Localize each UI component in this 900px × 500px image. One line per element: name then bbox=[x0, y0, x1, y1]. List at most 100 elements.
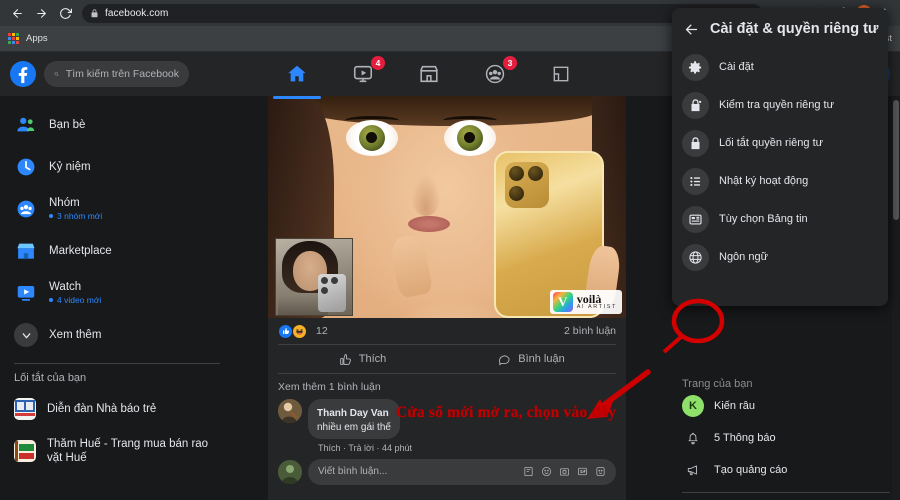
address-bar-url: facebook.com bbox=[105, 7, 169, 19]
voila-watermark-sub: AI ARTIST bbox=[576, 304, 617, 311]
reload-icon[interactable] bbox=[54, 2, 76, 24]
back-arrow-icon[interactable] bbox=[6, 2, 28, 24]
panel-header: Cài đặt & quyền riêng tư bbox=[678, 16, 882, 48]
sidebar-item-label: Watch bbox=[49, 281, 82, 294]
comment-author[interactable]: Thanh Day Van bbox=[317, 408, 389, 419]
bookmark-apps-label[interactable]: Apps bbox=[26, 33, 48, 44]
sidebar-item-groups[interactable]: Nhóm 3 nhóm mới bbox=[10, 188, 224, 230]
panel-item-label: Lối tắt quyền riêng tư bbox=[719, 137, 823, 149]
voila-logo-icon: V bbox=[552, 292, 573, 312]
chevron-down-icon bbox=[14, 323, 38, 347]
panel-item-label: Kiểm tra quyền riêng tư bbox=[719, 99, 834, 111]
address-bar[interactable]: facebook.com bbox=[82, 3, 762, 23]
post-image[interactable]: V voilà AI ARTIST bbox=[268, 96, 626, 318]
watch-video-icon bbox=[353, 65, 373, 83]
watch-video-icon bbox=[14, 281, 38, 305]
thumbs-up-icon bbox=[339, 353, 351, 365]
sidebar-item-sublabel: 4 video mới bbox=[49, 295, 101, 306]
comment-like-action[interactable]: Thích bbox=[318, 443, 341, 453]
avatar[interactable] bbox=[278, 459, 302, 484]
nav-gaming[interactable] bbox=[546, 59, 576, 89]
emoji-icon bbox=[541, 466, 552, 477]
right-column-notifications[interactable]: 5 Thông báo bbox=[672, 422, 900, 454]
comment-input[interactable]: Viết bình luận... bbox=[308, 458, 616, 485]
panel-item-language[interactable]: Ngôn ngữ bbox=[678, 238, 882, 276]
post-counts-row: 12 2 bình luận bbox=[268, 318, 626, 344]
gaming-icon bbox=[553, 66, 569, 82]
panel-item-label: Tùy chọn Bảng tin bbox=[719, 213, 808, 225]
comment-meta: Thích · Trả lời · 44 phút bbox=[308, 439, 412, 453]
right-column-label: Tạo quảng cáo bbox=[714, 464, 788, 476]
avatar[interactable] bbox=[278, 399, 302, 423]
sidebar-item-memories[interactable]: Kỷ niệm bbox=[10, 146, 224, 188]
sidebar-item-label: Thăm Huế - Trang mua bán rao vặt Huế bbox=[47, 437, 209, 464]
memories-clock-icon bbox=[14, 155, 38, 179]
marketplace-store-icon bbox=[420, 65, 438, 83]
panel-item-label: Cài đặt bbox=[719, 61, 754, 73]
comment-input-placeholder: Viết bình luận... bbox=[318, 466, 388, 477]
panel-item-settings[interactable]: Cài đặt bbox=[678, 48, 882, 86]
search-placeholder: Tìm kiếm trên Facebook bbox=[65, 68, 179, 80]
nav-groups-badge: 3 bbox=[503, 56, 517, 70]
panel-item-activity-log[interactable]: Nhật ký hoạt động bbox=[678, 162, 882, 200]
sidebar-item-friends[interactable]: Bạn bè bbox=[10, 104, 224, 146]
facebook-main-nav: 4 3 bbox=[273, 56, 576, 99]
comment-reply-action[interactable]: Trả lời bbox=[348, 443, 374, 453]
comment-bubble: Thanh Day Van nhiều em gái thế bbox=[308, 399, 400, 439]
privacy-lock-check-icon bbox=[682, 91, 709, 119]
sidebar-divider bbox=[14, 363, 220, 364]
sidebar-item-marketplace[interactable]: Marketplace bbox=[10, 230, 224, 272]
comment-button-label: Bình luận bbox=[518, 353, 565, 365]
forward-arrow-icon[interactable] bbox=[30, 2, 52, 24]
comment-count[interactable]: 2 bình luận bbox=[564, 325, 616, 337]
comment-text: nhiều em gái thế bbox=[317, 422, 391, 433]
sidebar-item-watch[interactable]: Watch 4 video mới bbox=[10, 272, 224, 314]
comment-bubble-icon bbox=[499, 354, 510, 365]
view-more-comments-link[interactable]: Xem thêm 1 bình luận bbox=[268, 374, 626, 397]
avatar: K bbox=[682, 395, 704, 417]
right-column-clipped-heading: Trang của bạn bbox=[682, 378, 753, 390]
home-icon bbox=[288, 65, 306, 82]
apps-grid-icon[interactable] bbox=[8, 33, 19, 44]
page-name: Kiến râu bbox=[714, 400, 755, 412]
friends-icon bbox=[14, 113, 38, 137]
sidebar-item-label: Bạn bè bbox=[49, 118, 86, 131]
sidebar-item-label: Xem thêm bbox=[49, 328, 102, 341]
page-scrollbar[interactable] bbox=[892, 96, 900, 500]
nav-watch-badge: 4 bbox=[371, 56, 385, 70]
post-action-bar: Thích Bình luận bbox=[278, 344, 616, 374]
reaction-badges[interactable]: 12 bbox=[278, 323, 328, 339]
composer-icons bbox=[523, 466, 606, 477]
facebook-logo[interactable] bbox=[10, 61, 36, 87]
nav-groups[interactable]: 3 bbox=[480, 56, 517, 89]
gear-icon bbox=[682, 53, 709, 81]
search-input[interactable]: Tìm kiếm trên Facebook bbox=[44, 61, 189, 87]
back-arrow-icon[interactable] bbox=[680, 18, 702, 40]
nav-watch[interactable]: 4 bbox=[348, 56, 385, 89]
sidebar-item-label: Marketplace bbox=[49, 244, 112, 257]
nav-marketplace[interactable] bbox=[414, 59, 444, 89]
panel-title: Cài đặt & quyền riêng tư bbox=[710, 21, 879, 37]
panel-item-newsfeed-preferences[interactable]: Tùy chọn Bảng tin bbox=[678, 200, 882, 238]
sidebar-item-label: Kỷ niệm bbox=[49, 160, 91, 173]
scrollbar-thumb[interactable] bbox=[893, 100, 899, 220]
panel-item-label: Nhật ký hoạt động bbox=[719, 175, 809, 187]
like-button[interactable]: Thích bbox=[278, 345, 447, 373]
right-column-page-item[interactable]: K Kiến râu bbox=[672, 390, 900, 422]
voila-watermark: V voilà AI ARTIST bbox=[549, 290, 622, 314]
settings-privacy-panel: Cài đặt & quyền riêng tư Cài đặt Kiểm tr… bbox=[672, 8, 888, 306]
screenshot-root: facebook.com T Apps bbox=[0, 0, 900, 500]
groups-icon bbox=[14, 197, 38, 221]
sidebar-item-see-more[interactable]: Xem thêm bbox=[10, 314, 224, 356]
sidebar-shortcut-item[interactable]: Diễn đàn Nhà báo trẻ bbox=[10, 388, 224, 430]
privacy-lock-icon bbox=[682, 129, 709, 157]
sidebar-shortcut-item[interactable]: Thăm Huế - Trang mua bán rao vặt Huế bbox=[10, 430, 224, 472]
left-sidebar: Bạn bè Kỷ niệm Nhóm 3 nhóm mới Marketpla… bbox=[0, 96, 232, 500]
nav-home[interactable] bbox=[273, 59, 321, 99]
comment-button[interactable]: Bình luận bbox=[447, 345, 616, 373]
right-column-create-ad[interactable]: Tạo quảng cáo bbox=[672, 454, 900, 486]
panel-item-privacy-checkup[interactable]: Kiểm tra quyền riêng tư bbox=[678, 86, 882, 124]
sidebar-item-sublabel: 3 nhóm mới bbox=[49, 211, 102, 222]
panel-item-privacy-shortcuts[interactable]: Lối tắt quyền riêng tư bbox=[678, 124, 882, 162]
haha-reaction bbox=[292, 323, 307, 339]
